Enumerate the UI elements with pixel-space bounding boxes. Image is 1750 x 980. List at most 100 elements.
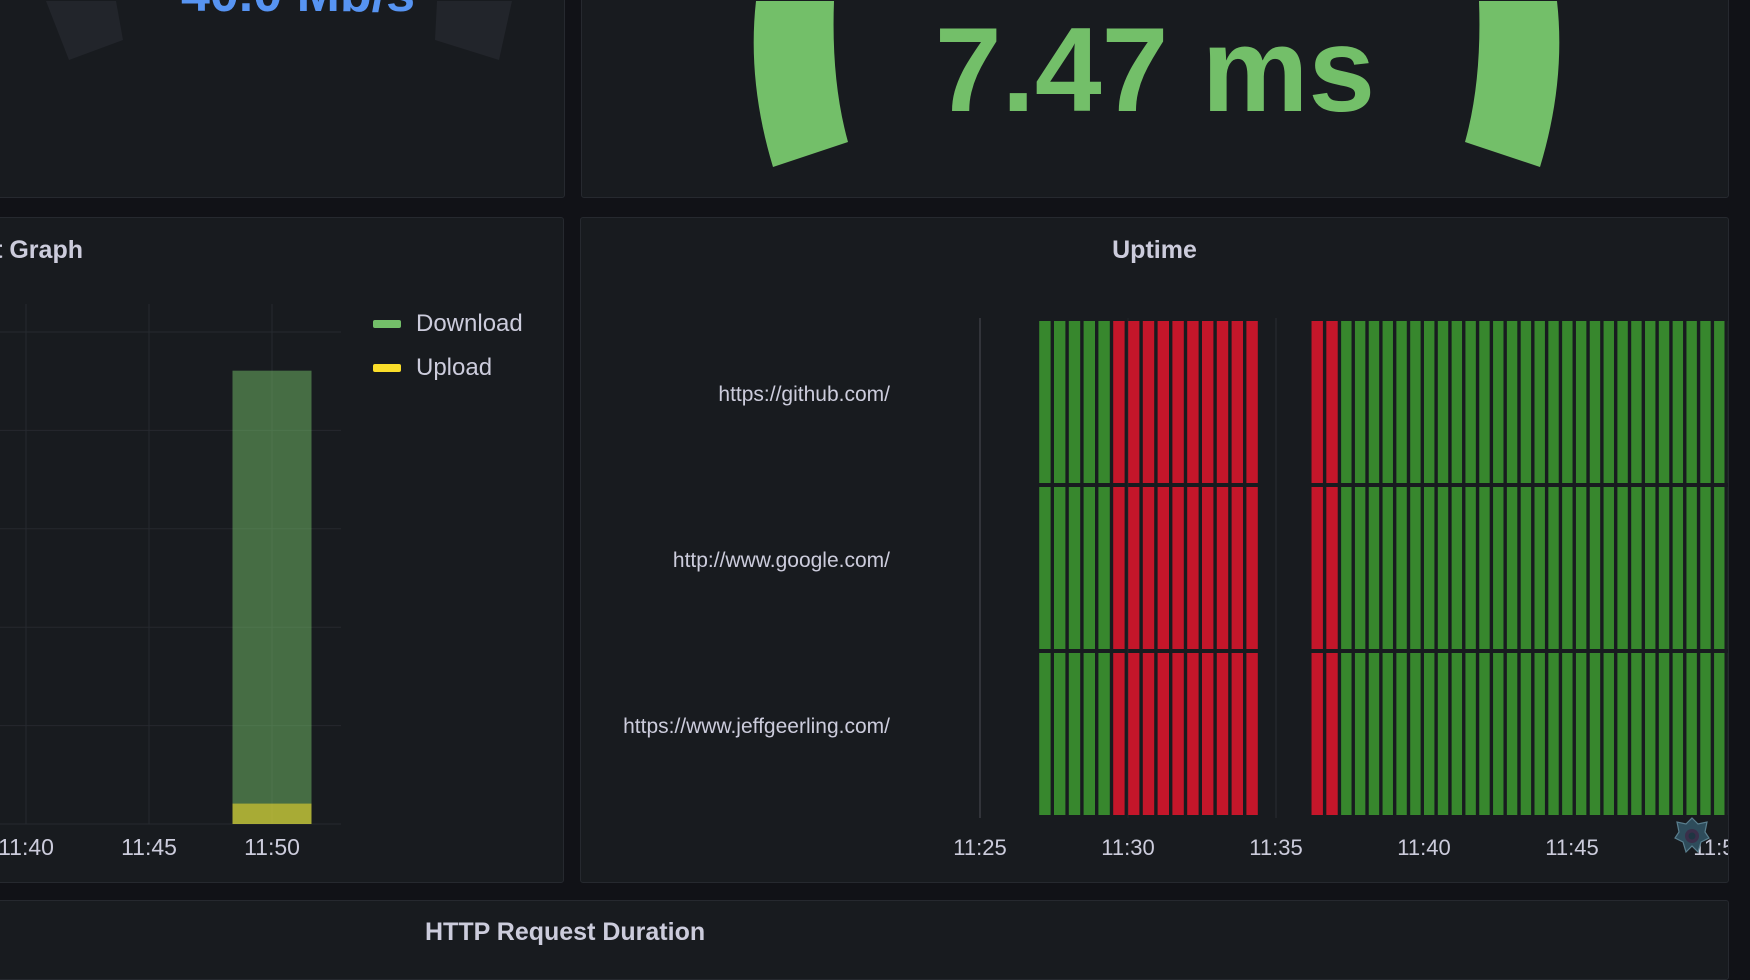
x-tick-label: 11:40 (0, 834, 54, 860)
uptime-cell-up (1506, 321, 1518, 483)
uptime-cell-up (1700, 321, 1711, 483)
upload-swatch (373, 364, 401, 372)
latency-gauge-arc-right (1465, 1, 1560, 167)
uptime-row-label: http://www.google.com/ (673, 549, 890, 572)
uptime-cell-down (1231, 487, 1243, 649)
uptime-cell-up (1437, 653, 1449, 815)
uptime-cell-up (1341, 487, 1352, 649)
uptime-cell-up (1396, 653, 1407, 815)
uptime-cell-up (1562, 653, 1573, 815)
uptime-cell-up (1451, 653, 1463, 815)
uptime-cell-up (1437, 487, 1449, 649)
uptime-cell-up (1083, 321, 1095, 483)
uptime-row-label: https://github.com/ (718, 383, 890, 406)
uptime-cell-down (1326, 321, 1338, 483)
uptime-cell-up (1589, 487, 1601, 649)
uptime-cell-up (1548, 487, 1559, 649)
uptime-cell-up (1548, 653, 1559, 815)
uptime-cell-down (1128, 653, 1140, 815)
speed-gauge-panel: 40.0 Mb/s (0, 0, 565, 198)
uptime-cell-down (1113, 487, 1125, 649)
uptime-cell-up (1382, 653, 1393, 815)
uptime-cell-up (1039, 487, 1051, 649)
uptime-cell-up (1631, 487, 1642, 649)
uptime-cell-down (1326, 653, 1338, 815)
uptime-cell-up (1534, 653, 1545, 815)
http-duration-title: HTTP Request Duration (425, 918, 706, 946)
uptime-row-labels: https://github.com/http://www.google.com… (623, 383, 890, 738)
uptime-cell-up (1617, 653, 1628, 815)
uptime-cell-down (1142, 321, 1155, 483)
uptime-cell-down (1216, 321, 1229, 483)
uptime-cell-down (1202, 487, 1214, 649)
uptime-cell-up (1672, 321, 1684, 483)
uptime-cell-down (1326, 487, 1338, 649)
uptime-cell-down (1311, 653, 1323, 815)
uptime-cell-down (1187, 321, 1199, 483)
x-tick-label: 11:50 (244, 834, 300, 860)
uptime-cell-up (1382, 487, 1393, 649)
uptime-cell-up (1054, 653, 1066, 815)
speed-gauge: 40.0 Mb/s (46, 0, 512, 60)
uptime-cell-up (1589, 321, 1601, 483)
speed-value: 40.0 Mb/s (181, 0, 415, 23)
uptime-x-tick-label: 11:45 (1545, 835, 1598, 860)
uptime-cell-down (1311, 487, 1323, 649)
uptime-cell-up (1727, 487, 1728, 649)
uptime-cell-down (1113, 321, 1125, 483)
uptime-cell-up (1548, 321, 1559, 483)
grafana-logo-icon (1674, 816, 1710, 854)
uptime-cell-up (1493, 487, 1504, 649)
uptime-cell-up (1068, 487, 1081, 649)
uptime-cell-up (1451, 487, 1463, 649)
uptime-cell-up (1603, 653, 1614, 815)
uptime-cell-up (1589, 653, 1601, 815)
uptime-cell-up (1714, 487, 1725, 649)
uptime-cell-up (1631, 321, 1642, 483)
legend-item-download[interactable]: Download (373, 302, 523, 346)
uptime-cell-down (1142, 653, 1155, 815)
speed-gauge-arc-right (435, 1, 512, 60)
uptime-x-tick-label: 11:35 (1249, 835, 1302, 860)
latency-gauge: 7.47 ms (753, 1, 1560, 167)
latency-gauge-panel: 7.47 ms (581, 0, 1729, 198)
uptime-cell-up (1562, 487, 1573, 649)
uptime-cell-up (1658, 653, 1670, 815)
uptime-cell-up (1068, 653, 1081, 815)
speedtest-x-ticks: 11:40 11:45 11:50 (0, 834, 300, 860)
uptime-cell-up (1686, 487, 1697, 649)
uptime-cell-up (1479, 321, 1490, 483)
uptime-cell-up (1451, 321, 1463, 483)
uptime-cell-up (1645, 487, 1656, 649)
uptime-x-ticks: 11:2511:3011:3511:4011:4511:50 (953, 835, 1728, 860)
latency-value: 7.47 ms (935, 3, 1375, 137)
uptime-cell-up (1534, 487, 1545, 649)
uptime-cell-down (1172, 487, 1184, 649)
uptime-cell-up (1039, 653, 1051, 815)
legend-item-upload[interactable]: Upload (373, 346, 523, 390)
uptime-cell-up (1520, 321, 1532, 483)
uptime-cell-up (1686, 653, 1697, 815)
download-bar (232, 370, 312, 824)
uptime-cells (1039, 321, 1728, 815)
uptime-cell-up (1562, 321, 1573, 483)
uptime-cell-up (1714, 321, 1725, 483)
uptime-cell-up (1686, 321, 1697, 483)
uptime-x-tick-label: 11:25 (953, 835, 1006, 860)
uptime-cell-down (1246, 653, 1258, 815)
uptime-cell-up (1493, 653, 1504, 815)
uptime-cell-down (1142, 487, 1155, 649)
uptime-cell-up (1575, 653, 1587, 815)
uptime-cell-up (1424, 653, 1435, 815)
uptime-cell-up (1410, 653, 1421, 815)
grafana-logo-svg (1674, 817, 1710, 854)
uptime-cell-up (1534, 321, 1545, 483)
uptime-cell-up (1645, 321, 1656, 483)
uptime-cell-up (1603, 321, 1614, 483)
uptime-cell-up (1054, 487, 1066, 649)
uptime-cell-up (1575, 321, 1587, 483)
uptime-chart: https://github.com/http://www.google.com… (623, 318, 1728, 860)
uptime-cell-up (1424, 487, 1435, 649)
uptime-cell-up (1382, 321, 1393, 483)
uptime-cell-down (1246, 487, 1258, 649)
